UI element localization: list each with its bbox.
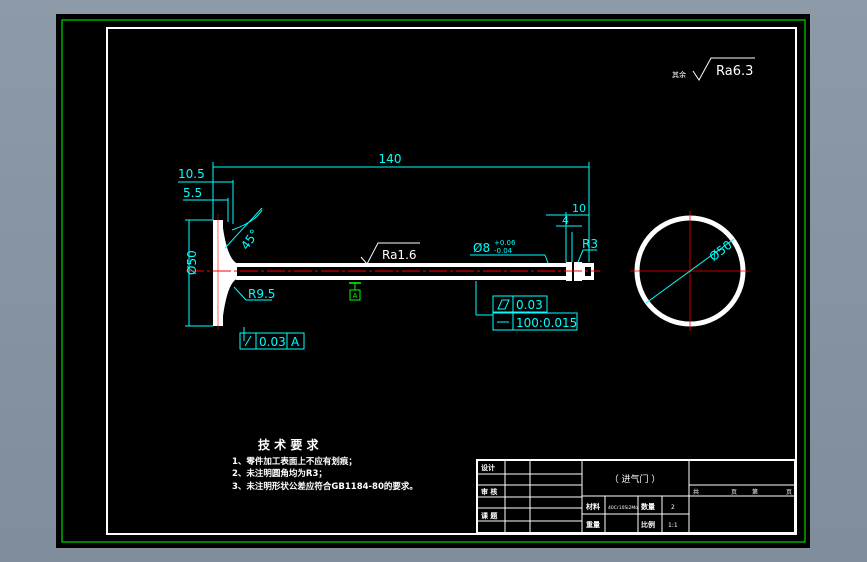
tb-quantity-label: 数量 xyxy=(641,502,655,511)
datum-label: A xyxy=(353,292,358,300)
roughness-general-value: Ra6.3 xyxy=(716,64,753,79)
tb-scale-label: 比例 xyxy=(641,520,655,529)
dim-fillet-radius: R9.5 xyxy=(248,287,275,301)
dim-end-radius: R3 xyxy=(582,237,598,251)
dim-end-length: 10 xyxy=(572,202,586,215)
dim-stem-tol-lower: -0.04 xyxy=(494,247,513,255)
tb-sheet-no-suffix: 页 xyxy=(786,489,792,496)
drawing-canvas[interactable]: 其余 Ra6.3 140 10.5 5.5 45° Ø50 R9.5 10 4 … xyxy=(0,0,867,562)
notes-title: 技 术 要 求 xyxy=(258,437,320,452)
tb-weight-label: 重量 xyxy=(586,520,600,529)
dim-stem-tol-upper: +0.06 xyxy=(494,239,516,247)
stem-bottom-edge xyxy=(236,276,566,280)
tb-material-value: 40Cr10Si2Mo xyxy=(608,505,638,511)
cylindricity-value: 0.03 xyxy=(516,298,543,312)
dim-end-small: 4 xyxy=(562,214,569,227)
runout-value: 0.03 xyxy=(259,335,286,349)
tb-part-name: （ 进气门 ） xyxy=(610,473,661,485)
tb-quantity-value: 2 xyxy=(671,504,675,511)
tb-sheet-no-prefix: 第 xyxy=(752,488,758,496)
runout-datum: A xyxy=(291,335,300,349)
straightness-value: 100:0.015 xyxy=(516,316,577,330)
roughness-prefix: 其余 xyxy=(672,70,686,79)
tb-process-label: 课 题 xyxy=(481,511,498,520)
tb-sheet-total-suffix: 页 xyxy=(731,489,737,496)
note-item-2: 2、未注明圆角均为R3； xyxy=(232,468,327,479)
note-item-3: 3、未注明形状公差应符合GB1184-80的要求。 xyxy=(232,481,418,492)
stem-top-edge xyxy=(236,263,566,267)
dim-stem-diameter: Ø8 xyxy=(473,241,490,255)
tb-scale-value: 1:1 xyxy=(668,522,678,529)
dim-head-2: 5.5 xyxy=(183,186,202,200)
dim-head-diameter: Ø50 xyxy=(185,250,199,275)
sheet-background xyxy=(56,14,810,548)
tb-designer-label: 设计 xyxy=(481,463,495,472)
tb-sheet-total-prefix: 共 xyxy=(693,488,699,496)
dim-total-length: 140 xyxy=(379,152,402,166)
note-item-1: 1、零件加工表面上不应有划痕； xyxy=(232,456,357,467)
stem-roughness-value: Ra1.6 xyxy=(382,248,417,262)
tb-material-label: 材料 xyxy=(585,502,600,511)
dim-head-1: 10.5 xyxy=(178,167,205,181)
cad-viewport: 其余 Ra6.3 140 10.5 5.5 45° Ø50 R9.5 10 4 … xyxy=(0,0,867,562)
tb-checker-label: 审 核 xyxy=(481,487,497,496)
